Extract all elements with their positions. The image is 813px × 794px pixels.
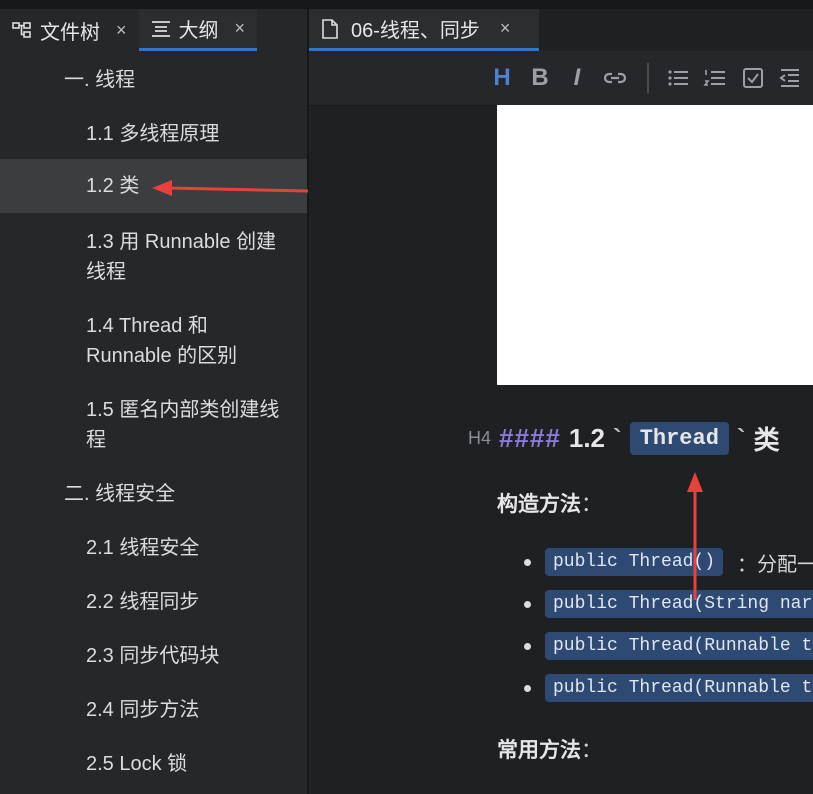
outline-item-label: 一. 线程 xyxy=(64,69,136,91)
tab-document-close-icon[interactable]: × xyxy=(500,18,511,39)
list-item: public Thread(String nar xyxy=(524,589,813,619)
colon: ： xyxy=(581,739,602,762)
embedded-image xyxy=(497,105,813,385)
outline-item-label: 2.2 线程同步 xyxy=(86,591,200,613)
tab-file-tree[interactable]: 文件树 × xyxy=(0,9,139,51)
heading-hashes: #### xyxy=(499,423,561,453)
inline-code: public Thread() xyxy=(545,548,724,576)
constructors-label: 构造方法 xyxy=(497,493,581,516)
heading-level-marker: H4 xyxy=(468,428,492,448)
heading-button[interactable]: H xyxy=(489,64,515,92)
tab-document-label: 06-线程、同步 xyxy=(351,20,480,42)
toolbar-separator xyxy=(647,63,649,93)
sidebar-tabs: 文件树 × 大纲 × xyxy=(0,9,308,51)
window-top-strip xyxy=(0,0,813,9)
tab-outline-label: 大纲 xyxy=(178,20,219,42)
outline-item-label: 2.5 Lock 锁 xyxy=(86,753,188,775)
outline-item-label: 1.5 匿名内部类创建线程 xyxy=(86,399,280,451)
outline-item[interactable]: 2.5 Lock 锁 xyxy=(0,749,308,779)
editor-toolbar: H B I xyxy=(309,51,813,106)
constructors-heading: 构造方法： xyxy=(497,488,602,518)
bullet xyxy=(524,558,531,566)
tab-file-tree-label: 文件树 xyxy=(40,21,100,44)
outline-item-label: 1.3 用 Runnable 创建线程 xyxy=(86,231,277,283)
outline-item-selected[interactable]: 1.2 类 xyxy=(0,159,308,213)
list-item: public Thread(Runnable t xyxy=(524,631,813,661)
heading-number: 1.2 xyxy=(568,423,606,453)
file-tree-icon xyxy=(12,20,32,40)
inline-code: public Thread(Runnable t xyxy=(545,632,813,660)
outline-item-label: 2.3 同步代码块 xyxy=(86,645,220,667)
bullet xyxy=(524,642,531,650)
outline-item-label: 二. 线程安全 xyxy=(64,483,176,505)
outline-item[interactable]: 1.5 匿名内部类创建线程 xyxy=(0,395,290,455)
tab-document[interactable]: 06-线程、同步 × xyxy=(309,9,539,51)
inline-code: public Thread(Runnable t xyxy=(545,674,813,702)
outline-item[interactable]: 2.4 同步方法 xyxy=(0,695,308,725)
heading-backtick: ` xyxy=(613,423,622,453)
heading-inline-code: Thread xyxy=(629,422,729,455)
tab-outline[interactable]: 大纲 × xyxy=(138,9,258,51)
outline-icon xyxy=(151,19,171,39)
outline-panel: 一. 线程 1.1 多线程原理 1.2 类 1.3 用 Runnable 创建线… xyxy=(0,51,308,794)
heading-backtick: ` xyxy=(736,423,746,453)
outline-item[interactable]: 1.3 用 Runnable 创建线程 xyxy=(0,227,290,287)
outline-item[interactable]: 二. 线程安全 xyxy=(0,479,308,509)
heading-suffix: 类 xyxy=(753,425,780,455)
methods-label: 常用方法 xyxy=(497,739,581,762)
outline-item[interactable]: 2.3 同步代码块 xyxy=(0,641,308,671)
list-item-text: ：分配一 xyxy=(737,553,813,576)
bullet xyxy=(524,600,531,608)
bullet xyxy=(524,684,531,692)
heading-1-2: H4 #### 1.2 ` Thread ` 类 xyxy=(468,420,780,457)
inline-code: public Thread(String nar xyxy=(545,590,813,618)
bullet-list-icon[interactable] xyxy=(665,64,691,92)
outline-item-label: 2.4 同步方法 xyxy=(86,699,200,721)
tab-file-tree-close-icon[interactable]: × xyxy=(116,20,127,41)
link-icon[interactable] xyxy=(602,64,628,92)
outline-item[interactable]: 1.1 多线程原理 xyxy=(0,119,308,149)
methods-heading: 常用方法： xyxy=(497,734,602,764)
document-icon xyxy=(321,18,341,39)
outline-item-label: 1.2 类 xyxy=(86,175,140,197)
outline-item[interactable]: 1.4 Thread 和 Runnable 的区别 xyxy=(0,311,270,371)
outline-item[interactable]: 一. 线程 xyxy=(0,65,308,95)
list-item: public Thread() ：分配一 xyxy=(524,547,813,577)
outline-item-label: 1.1 多线程原理 xyxy=(86,123,220,145)
numbered-list-icon[interactable] xyxy=(702,64,728,92)
bold-button[interactable]: B xyxy=(527,64,553,92)
colon: ： xyxy=(581,493,602,516)
checklist-icon[interactable] xyxy=(740,64,766,92)
italic-button[interactable]: I xyxy=(564,64,590,92)
outline-item-label: 1.4 Thread 和 Runnable 的区别 xyxy=(86,315,238,367)
tab-outline-close-icon[interactable]: × xyxy=(235,18,246,39)
outline-item-label: 2.1 线程安全 xyxy=(86,537,200,559)
outline-item[interactable]: 2.2 线程同步 xyxy=(0,587,308,617)
outline-item[interactable]: 2.1 线程安全 xyxy=(0,533,308,563)
list-item: public Thread(Runnable t xyxy=(524,673,813,703)
outdent-icon[interactable] xyxy=(777,64,803,92)
